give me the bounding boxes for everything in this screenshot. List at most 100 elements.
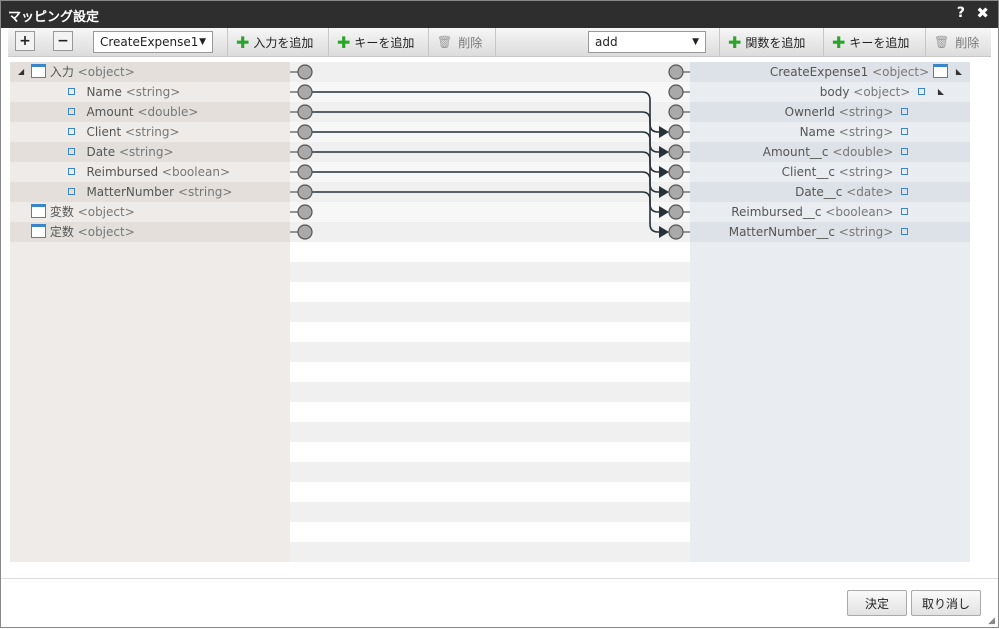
object-icon [31, 204, 46, 218]
plus-icon: ✚ [236, 32, 250, 52]
expand-toggle-icon[interactable]: ◢ [18, 62, 24, 82]
trash-icon: 🗑 [934, 35, 950, 49]
target-tree: CreateExpense1 <object> ◣ body <object> ◣… [690, 62, 970, 562]
delete-right-button[interactable]: 🗑 削除 [925, 28, 987, 56]
source-connector-icon[interactable] [297, 144, 313, 160]
arrow-icon [659, 166, 669, 178]
field-type: <string> [838, 125, 894, 139]
delete-left-button[interactable]: 🗑 削除 [428, 28, 496, 56]
field-icon [901, 188, 908, 195]
add-function-label: 関数を追加 [745, 35, 806, 50]
field-type: <double> [137, 105, 199, 119]
field-icon [901, 128, 908, 135]
field-type: <object> [853, 85, 911, 99]
chevron-down-icon: ▼ [199, 37, 206, 47]
source-connector-icon[interactable] [297, 224, 313, 240]
add-key-right-label: キーを追加 [849, 35, 910, 50]
target-row[interactable]: MatterNumber__c <string> [690, 222, 970, 242]
mapping-line[interactable] [312, 191, 667, 233]
target-connector-icon[interactable] [668, 64, 684, 80]
source-row[interactable]: 変数 <object> [10, 202, 290, 222]
arrow-icon [659, 226, 669, 238]
source-select-value: CreateExpense1 [100, 35, 199, 49]
target-connector-icon[interactable] [668, 164, 684, 180]
add-key-right-button[interactable]: ✚ キーを追加 [823, 28, 917, 56]
field-name: 変数 [49, 205, 74, 219]
target-connector-icon[interactable] [668, 84, 684, 100]
add-function-button[interactable]: ✚ 関数を追加 [719, 28, 813, 56]
target-connector-icon[interactable] [668, 184, 684, 200]
target-connector-icon[interactable] [668, 224, 684, 240]
plus-icon: ✚ [728, 32, 742, 52]
source-connector-icon[interactable] [297, 64, 313, 80]
ok-button[interactable]: 決定 [847, 590, 907, 616]
source-row[interactable]: Reimbursed <boolean> [10, 162, 290, 182]
field-name: 定数 [49, 225, 74, 239]
field-icon [68, 108, 75, 115]
function-select[interactable]: add ▼ [588, 31, 706, 53]
source-select[interactable]: CreateExpense1 ▼ [93, 31, 213, 53]
source-row[interactable]: Amount <double> [10, 102, 290, 122]
target-row[interactable]: Name <string> [690, 122, 970, 142]
source-connector-icon[interactable] [297, 164, 313, 180]
help-icon[interactable]: ? [957, 5, 965, 21]
target-row[interactable]: body <object> ◣ [690, 82, 970, 102]
field-icon [901, 148, 908, 155]
close-icon[interactable]: ✖ [976, 4, 989, 22]
field-icon [68, 188, 75, 195]
source-row[interactable]: Date <string> [10, 142, 290, 162]
target-row[interactable]: Date__c <date> [690, 182, 970, 202]
source-row[interactable]: ◢ 入力 <object> [10, 62, 290, 82]
arrow-icon [659, 206, 669, 218]
target-connector-icon[interactable] [668, 124, 684, 140]
cancel-button[interactable]: 取り消し [911, 590, 981, 616]
field-icon [68, 88, 75, 95]
target-row[interactable]: CreateExpense1 <object> ◣ [690, 62, 970, 82]
source-row[interactable]: MatterNumber <string> [10, 182, 290, 202]
collapse-all-button[interactable]: − [53, 31, 73, 51]
field-type: <string> [838, 105, 894, 119]
source-row[interactable]: Client <string> [10, 122, 290, 142]
add-key-left-button[interactable]: ✚ キーを追加 [328, 28, 422, 56]
field-name: Name [86, 85, 122, 99]
source-connector-icon[interactable] [297, 104, 313, 120]
field-name: MatterNumber__c [728, 225, 835, 239]
window-title: マッピング設定 [8, 10, 100, 25]
field-icon [68, 148, 75, 155]
field-name: Amount__c [762, 145, 829, 159]
field-type: <double> [832, 145, 894, 159]
field-type: <boolean> [825, 205, 894, 219]
target-row[interactable]: Amount__c <double> [690, 142, 970, 162]
field-name: Reimbursed__c [731, 205, 822, 219]
field-type: <string> [838, 225, 894, 239]
target-connector-icon[interactable] [668, 144, 684, 160]
field-name: OwnerId [784, 105, 835, 119]
add-input-button[interactable]: ✚ 入力を追加 [227, 28, 321, 56]
target-row[interactable]: Reimbursed__c <boolean> [690, 202, 970, 222]
arrow-icon [659, 126, 669, 138]
field-name: body [819, 85, 850, 99]
field-type: <object> [77, 65, 135, 79]
expand-toggle-icon[interactable]: ◣ [938, 82, 944, 102]
resize-grip-icon[interactable]: ◢ [988, 616, 995, 626]
expand-all-button[interactable]: + [15, 31, 35, 51]
source-connector-icon[interactable] [297, 84, 313, 100]
field-type: <date> [846, 185, 894, 199]
field-icon [918, 88, 925, 95]
source-connector-icon[interactable] [297, 124, 313, 140]
target-row[interactable]: OwnerId <string> [690, 102, 970, 122]
target-row[interactable]: Client__c <string> [690, 162, 970, 182]
expand-toggle-icon[interactable]: ◣ [956, 62, 962, 82]
source-connector-icon[interactable] [297, 204, 313, 220]
dialog-footer: 決定 取り消し ◢ [0, 578, 999, 629]
target-connector-icon[interactable] [668, 204, 684, 220]
source-connector-icon[interactable] [297, 184, 313, 200]
source-row[interactable]: Name <string> [10, 82, 290, 102]
chevron-down-icon: ▼ [692, 37, 699, 47]
add-key-left-label: キーを追加 [354, 35, 415, 50]
function-select-value: add [595, 35, 618, 49]
target-connector-icon[interactable] [668, 104, 684, 120]
field-type: <string> [118, 145, 174, 159]
toolbar: + − CreateExpense1 ▼ ✚ 入力を追加 ✚ キーを追加 🗑 削… [8, 28, 991, 57]
source-row[interactable]: 定数 <object> [10, 222, 290, 242]
